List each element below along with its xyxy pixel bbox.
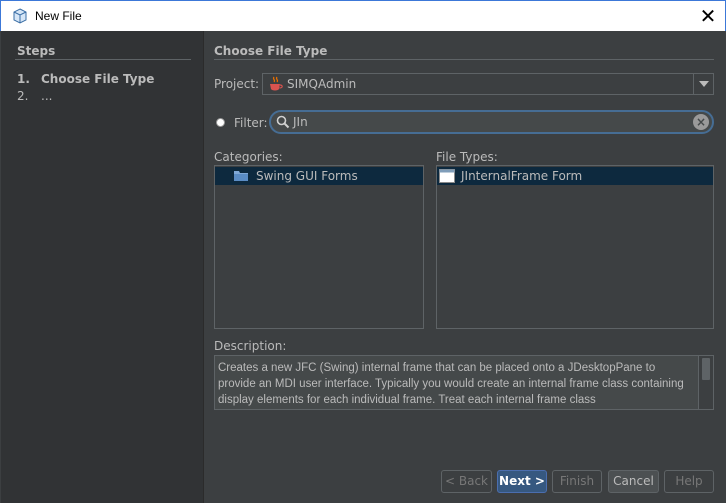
heading-divider [214,59,714,60]
close-icon[interactable]: ✕ [693,1,723,31]
search-icon [276,115,290,129]
help-button[interactable]: Help [664,470,714,493]
next-button[interactable]: Next > [497,470,547,493]
file-type-label: JInternalFrame Form [461,169,583,183]
step-1: 1. Choose File Type [17,72,154,86]
back-button[interactable]: < Back [441,470,492,493]
filter-search-input[interactable]: JIn × [269,110,714,134]
category-label: Swing GUI Forms [256,169,358,183]
project-dropdown[interactable]: SIMQAdmin [262,73,714,95]
window-form-icon [439,169,455,183]
category-item-swing-gui-forms[interactable]: Swing GUI Forms [215,167,423,185]
title-bar: New File ✕ [0,0,726,31]
description-text: Creates a new JFC (Swing) internal frame… [218,362,684,406]
step-label: Choose File Type [41,72,155,86]
step-label: ... [41,89,53,103]
java-cup-icon [270,76,283,91]
categories-label: Categories: [214,150,283,164]
filter-value: JIn [293,115,308,129]
window-title: New File [35,9,82,23]
description-box: Creates a new JFC (Swing) internal frame… [214,355,714,410]
file-type-item-jinternalframe-form[interactable]: JInternalFrame Form [437,167,713,185]
description-label: Description: [214,339,287,353]
cancel-button[interactable]: Cancel [608,470,659,493]
steps-heading: Steps [17,44,56,58]
filter-label: Filter: [234,116,268,130]
clear-icon[interactable]: × [693,114,709,130]
description-scrollbar[interactable] [698,356,713,409]
project-value: SIMQAdmin [287,77,357,91]
step-2: 2.... [17,89,52,103]
finish-button[interactable]: Finish [552,470,602,493]
step-number: 2. [17,89,29,103]
file-types-list[interactable]: JInternalFrame Form [436,165,714,329]
page-title: Choose File Type [214,44,328,58]
step-number: 1. [17,72,30,86]
netbeans-cube-icon [13,8,27,24]
steps-divider [15,59,191,60]
project-label: Project: [214,77,260,91]
chevron-down-icon[interactable] [693,74,713,94]
steps-panel: Steps 1. Choose File Type 2.... [1,31,204,503]
scrollbar-thumb[interactable] [702,358,710,380]
file-types-label: File Types: [436,150,498,164]
categories-list[interactable]: Swing GUI Forms [214,165,424,329]
folder-icon [234,171,248,181]
filter-bullet-icon [216,118,225,127]
